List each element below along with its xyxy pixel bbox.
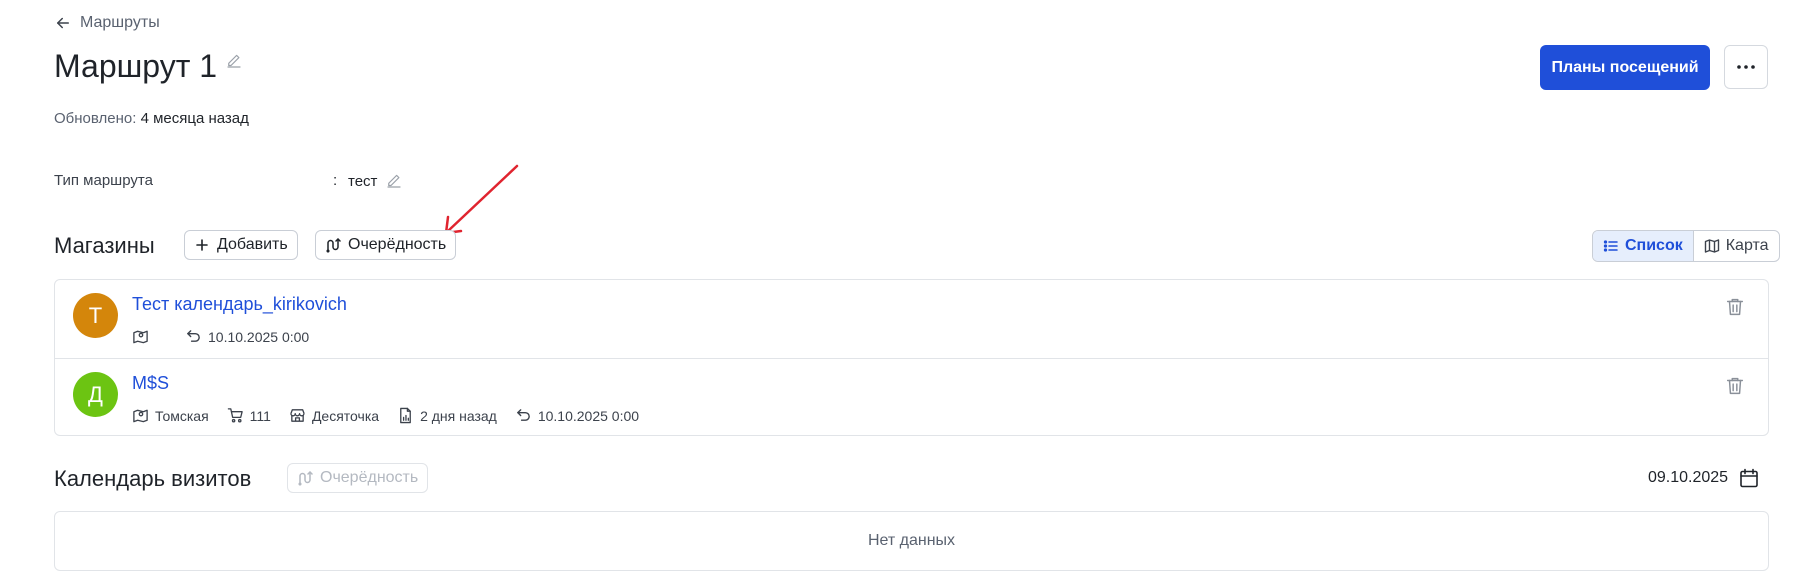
updated-label: Обновлено: [54,110,137,127]
store-order-button[interactable]: Очерёдность [315,230,457,260]
route-type-label: Тип маршрута [54,172,153,189]
view-map-tab[interactable]: Карта [1694,231,1779,261]
store-order-label: Очерёдность [348,236,447,253]
store-chain-value: Десяточка [311,407,380,424]
store-date: 10.10.2025 0:00 [185,328,309,345]
report-icon [397,407,414,424]
edit-title-icon[interactable] [225,52,243,70]
plus-icon [194,237,210,253]
store-region-value: Томская [155,407,209,424]
calendar-order-button[interactable]: Очерёдность [287,463,429,493]
store-chain: Десяточка [289,407,379,424]
store-meta: Томская 111 Десяточка 2 дня назад 10.10.… [132,407,639,424]
calendar-icon[interactable] [1738,467,1760,489]
calendar-date-value: 09.10.2025 [1648,469,1729,486]
page-title-row: Маршрут 1 [54,46,243,86]
storefront-icon [289,407,306,424]
add-store-button[interactable]: Добавить [184,230,298,260]
store-row[interactable]: Т Тест календарь_kirikovich 10.10.2025 0… [55,280,1768,358]
view-switcher: Список Карта [1592,230,1780,262]
stores-list: Т Тест календарь_kirikovich 10.10.2025 0… [54,279,1769,436]
store-cart-value: 111 [249,407,271,424]
stores-section-title: Магазины [54,233,155,258]
store-name-link[interactable]: Тест календарь_kirikovich [132,294,347,315]
store-meta: 10.10.2025 0:00 [132,328,309,345]
store-avatar: Д [73,372,118,417]
store-date: 10.10.2025 0:00 [515,407,639,424]
undo-icon [515,407,532,424]
updated-value: 4 месяца назад [140,110,249,127]
store-report-value: 2 дня назад [420,407,497,424]
store-date-value: 10.10.2025 0:00 [537,407,640,424]
arrow-left-icon [54,14,72,32]
view-map-label: Карта [1725,237,1769,254]
store-avatar: Т [73,293,118,338]
more-options-button[interactable] [1724,45,1768,89]
calendar-order-label: Очерёдность [320,469,419,486]
delete-store-icon[interactable] [1724,296,1746,318]
calendar-section-title: Календарь визитов [54,466,252,491]
calendar-date-picker[interactable]: 09.10.2025 [1648,467,1760,489]
route-type-value-row: тест [348,172,403,190]
store-region [132,328,149,345]
store-date-value: 10.10.2025 0:00 [208,328,310,345]
view-list-label: Список [1625,237,1683,254]
add-store-label: Добавить [217,236,288,253]
back-link[interactable]: Маршруты [54,14,160,32]
calendar-empty-state: Нет данных [54,511,1769,571]
route-order-icon [325,237,341,253]
list-icon [1603,238,1619,254]
more-horizontal-icon [1736,64,1756,70]
cart-icon [227,407,244,424]
route-order-icon [297,470,313,486]
map-pin-icon [132,328,149,345]
edit-route-type-icon[interactable] [385,172,403,190]
store-name-link[interactable]: M$S [132,373,169,394]
visit-plans-button[interactable]: Планы посещений [1540,45,1710,90]
store-row[interactable]: Д M$S Томская 111 Десяточка 2 дня назад … [55,358,1768,437]
empty-state-text: Нет данных [867,532,956,549]
route-type-colon: : [333,172,338,189]
page-title: Маршрут 1 [54,48,218,84]
annotation-arrow [444,164,519,235]
undo-icon [185,328,202,345]
route-type-value: тест [348,172,378,190]
store-region: Томская [132,407,209,424]
updated-info: Обновлено: 4 месяца назад [54,110,249,127]
store-report: 2 дня назад [397,407,497,424]
back-link-label: Маршруты [80,14,160,31]
delete-store-icon[interactable] [1724,375,1746,397]
map-pin-icon [132,407,149,424]
view-list-tab[interactable]: Список [1593,231,1694,261]
map-icon [1704,238,1720,254]
store-cart: 111 [227,407,271,424]
